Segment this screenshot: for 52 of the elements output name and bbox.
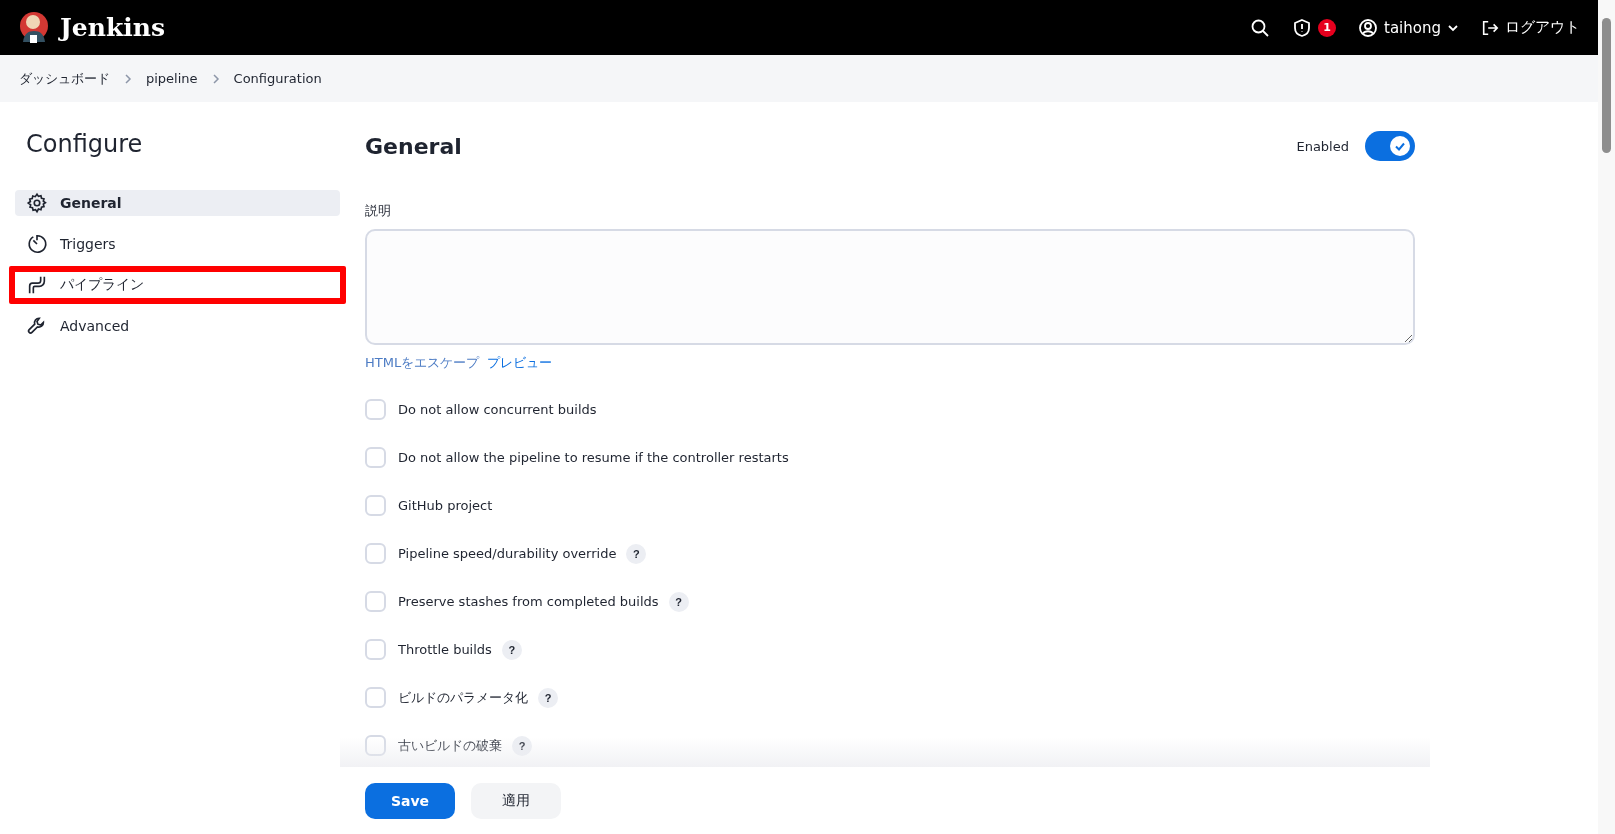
checkbox[interactable] (365, 447, 386, 468)
checkbox[interactable] (365, 687, 386, 708)
option-label[interactable]: GitHub project (398, 498, 493, 513)
logout-icon[interactable] (1481, 18, 1499, 37)
help-button[interactable]: ? (501, 639, 522, 660)
preview-link[interactable]: プレビュー (487, 354, 553, 372)
help-button[interactable]: ? (512, 735, 532, 756)
field-label: 説明 (365, 202, 392, 220)
description-field[interactable] (365, 229, 1415, 345)
brand-name[interactable]: Jenkins (60, 13, 165, 42)
sidebar-title: Configure (26, 130, 144, 158)
logout-link[interactable]: ログアウト (1505, 18, 1580, 37)
sidebar-item[interactable]: Advanced (9, 307, 346, 345)
option-label[interactable]: 古いビルドの破棄 (398, 736, 502, 755)
user-icon[interactable] (1358, 17, 1379, 38)
escape-note: HTMLをエスケープ (365, 354, 480, 372)
checkbox[interactable] (365, 735, 386, 756)
section-title: General (365, 133, 462, 159)
option-label[interactable]: Do not allow the pipeline to resume if the controller restarts (398, 450, 789, 465)
enabled-toggle[interactable] (1365, 131, 1415, 161)
apply-button[interactable]: 適用 (471, 782, 561, 819)
checkbox[interactable] (365, 495, 386, 516)
option-label[interactable]: Throttle builds (398, 642, 492, 657)
checkbox[interactable] (365, 399, 386, 420)
save-button[interactable]: Save (365, 782, 455, 819)
alert-count-badge[interactable]: 1 (1318, 18, 1337, 37)
scrollbar[interactable] (1598, 0, 1615, 834)
breadcrumb-link[interactable]: Configuration (233, 71, 322, 86)
search-icon[interactable] (1250, 17, 1271, 38)
sidebar-item[interactable]: Triggers (9, 225, 346, 263)
breadcrumb-link[interactable]: ダッシュボード (19, 69, 110, 88)
help-button[interactable]: ? (626, 543, 647, 564)
shield-icon[interactable] (1292, 17, 1313, 38)
checkbox[interactable] (365, 591, 386, 612)
checkbox[interactable] (365, 639, 386, 660)
chevron-right-icon (124, 72, 132, 85)
option-label[interactable]: Do not allow concurrent builds (398, 402, 597, 417)
pipe-icon (26, 274, 48, 296)
chevron-right-icon (211, 72, 220, 85)
help-button[interactable]: ? (538, 687, 558, 708)
toggle-label: Enabled (1296, 138, 1349, 154)
gear-icon (26, 192, 48, 214)
sidebar-item[interactable]: パイプライン (9, 266, 346, 304)
option-label[interactable]: Preserve stashes from completed builds (398, 594, 659, 609)
timer-icon (26, 233, 48, 255)
checkbox[interactable] (365, 543, 386, 564)
user-name[interactable]: taihong (1384, 18, 1441, 37)
option-label[interactable]: ビルドのパラメータ化 (398, 688, 528, 707)
breadcrumb-link[interactable]: pipeline (146, 71, 198, 86)
option-label[interactable]: Pipeline speed/durability override (398, 546, 617, 561)
logo-icon[interactable] (18, 9, 50, 46)
help-button[interactable]: ? (668, 591, 689, 612)
